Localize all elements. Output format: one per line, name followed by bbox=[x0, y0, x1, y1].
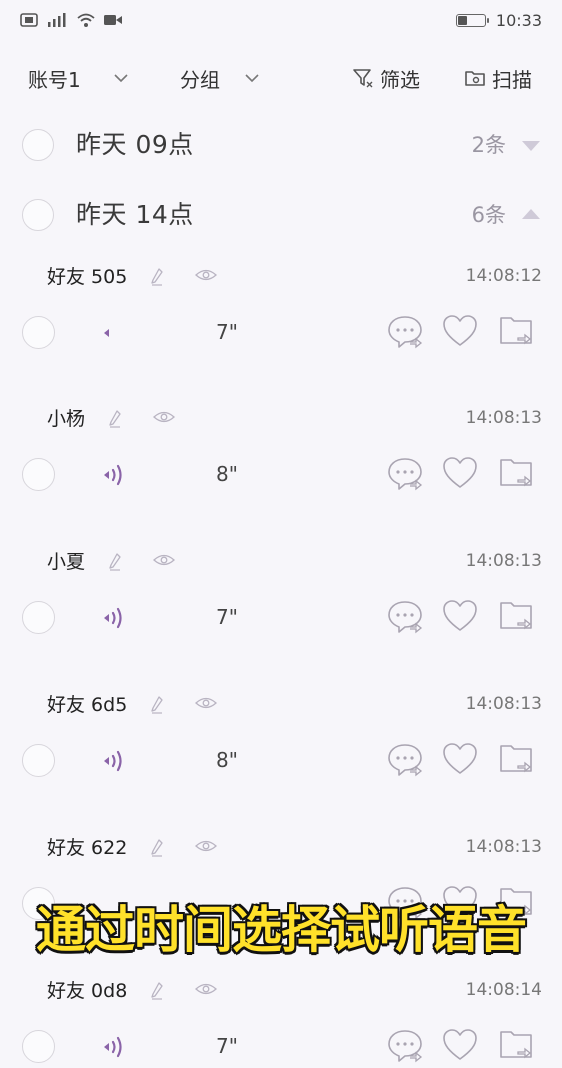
comment-icon[interactable] bbox=[386, 597, 424, 635]
heart-icon[interactable] bbox=[441, 740, 479, 778]
wifi-icon bbox=[77, 13, 95, 27]
voice-message-item: 好友 6d5 14:08:13 8" bbox=[0, 684, 562, 827]
voice-play-icon[interactable] bbox=[100, 1032, 130, 1062]
voice-duration: 7" bbox=[216, 605, 238, 629]
group-header[interactable]: 昨天 09点 2条 bbox=[0, 115, 562, 175]
folder-share-icon[interactable] bbox=[498, 312, 536, 350]
scan-folder-icon bbox=[465, 71, 485, 86]
signal-icon bbox=[48, 13, 66, 27]
edit-note-icon[interactable] bbox=[150, 696, 164, 714]
voice-message-item: 好友 505 14:08:12 7" bbox=[0, 256, 562, 399]
filter-funnel-icon bbox=[353, 69, 373, 88]
message-time: 14:08:14 bbox=[465, 980, 542, 1000]
account-dropdown[interactable]: 账号1 bbox=[28, 64, 129, 92]
collapse-arrow-icon[interactable] bbox=[522, 209, 540, 219]
voice-play-icon[interactable] bbox=[100, 746, 130, 776]
sender-name: 小夏 bbox=[47, 551, 86, 573]
folder-share-icon[interactable] bbox=[498, 597, 536, 635]
message-select-radio[interactable] bbox=[22, 744, 55, 777]
message-select-radio[interactable] bbox=[22, 601, 55, 634]
voice-duration: 7" bbox=[216, 320, 238, 344]
message-time: 14:08:12 bbox=[465, 266, 542, 286]
message-time: 14:08:13 bbox=[465, 408, 542, 428]
battery-icon bbox=[455, 13, 489, 27]
sender-name: 好友 505 bbox=[47, 266, 128, 288]
heart-icon[interactable] bbox=[441, 597, 479, 635]
voice-play-icon[interactable] bbox=[100, 318, 130, 348]
heart-icon[interactable] bbox=[441, 1026, 479, 1064]
group-title: 昨天 14点 bbox=[76, 200, 194, 229]
status-time: 10:33 bbox=[495, 10, 542, 30]
group-label: 分组 bbox=[180, 67, 220, 92]
group-count: 2条 bbox=[471, 133, 506, 157]
edit-note-icon[interactable] bbox=[108, 410, 122, 428]
edit-note-icon[interactable] bbox=[150, 982, 164, 1000]
voice-play-icon[interactable] bbox=[100, 460, 130, 490]
sender-name: 小杨 bbox=[47, 408, 86, 430]
eye-icon[interactable] bbox=[195, 982, 217, 996]
chevron-down-icon bbox=[245, 74, 259, 83]
voice-duration: 8" bbox=[216, 462, 238, 486]
account-label: 账号1 bbox=[28, 67, 81, 92]
filter-label: 筛选 bbox=[380, 67, 420, 92]
message-time: 14:08:13 bbox=[465, 837, 542, 857]
group-header[interactable]: 昨天 14点 6条 bbox=[0, 185, 562, 245]
sender-name: 好友 6d5 bbox=[47, 694, 128, 716]
group-title: 昨天 09点 bbox=[76, 130, 194, 159]
heart-icon[interactable] bbox=[441, 312, 479, 350]
voice-message-item: 小杨 14:08:13 8" bbox=[0, 398, 562, 541]
message-time: 14:08:13 bbox=[465, 551, 542, 571]
eye-icon[interactable] bbox=[195, 696, 217, 710]
folder-share-icon[interactable] bbox=[498, 454, 536, 492]
sender-name: 好友 622 bbox=[47, 837, 128, 859]
folder-share-icon[interactable] bbox=[498, 740, 536, 778]
message-select-radio[interactable] bbox=[22, 458, 55, 491]
message-time: 14:08:13 bbox=[465, 694, 542, 714]
video-camera-icon bbox=[104, 15, 122, 25]
voice-duration: 8" bbox=[216, 748, 238, 772]
group-select-radio[interactable] bbox=[22, 199, 54, 231]
scan-button[interactable]: 扫描 bbox=[464, 64, 532, 92]
status-bar: 10:33 bbox=[0, 0, 562, 40]
voice-duration: 7" bbox=[216, 1034, 238, 1058]
eye-icon[interactable] bbox=[195, 268, 217, 282]
filter-bar: 账号1 分组 筛选 扫描 bbox=[0, 52, 562, 104]
comment-icon[interactable] bbox=[386, 740, 424, 778]
edit-note-icon[interactable] bbox=[150, 839, 164, 857]
heart-icon[interactable] bbox=[441, 454, 479, 492]
group-select-radio[interactable] bbox=[22, 129, 54, 161]
chevron-down-icon bbox=[114, 74, 128, 83]
comment-icon[interactable] bbox=[386, 312, 424, 350]
eye-icon[interactable] bbox=[153, 410, 175, 424]
scan-label: 扫描 bbox=[492, 67, 532, 92]
voice-message-item: 小夏 14:08:13 7" bbox=[0, 541, 562, 684]
expand-arrow-icon[interactable] bbox=[522, 141, 540, 151]
message-select-radio[interactable] bbox=[22, 316, 55, 349]
edit-note-icon[interactable] bbox=[150, 268, 164, 286]
edit-note-icon[interactable] bbox=[108, 553, 122, 571]
comment-icon[interactable] bbox=[386, 1026, 424, 1064]
screen-record-icon bbox=[20, 13, 38, 27]
group-dropdown[interactable]: 分组 bbox=[180, 64, 260, 92]
eye-icon[interactable] bbox=[195, 839, 217, 853]
folder-share-icon[interactable] bbox=[498, 1026, 536, 1064]
voice-message-item: 好友 0d8 14:08:14 7" bbox=[0, 970, 562, 1068]
eye-icon[interactable] bbox=[153, 553, 175, 567]
filter-button[interactable]: 筛选 bbox=[352, 64, 420, 92]
group-count: 6条 bbox=[471, 203, 506, 227]
sender-name: 好友 0d8 bbox=[47, 980, 128, 1002]
voice-play-icon[interactable] bbox=[100, 603, 130, 633]
comment-icon[interactable] bbox=[386, 454, 424, 492]
message-select-radio[interactable] bbox=[22, 1030, 55, 1063]
overlay-caption: 通过时间选择试听语音 bbox=[35, 900, 529, 961]
